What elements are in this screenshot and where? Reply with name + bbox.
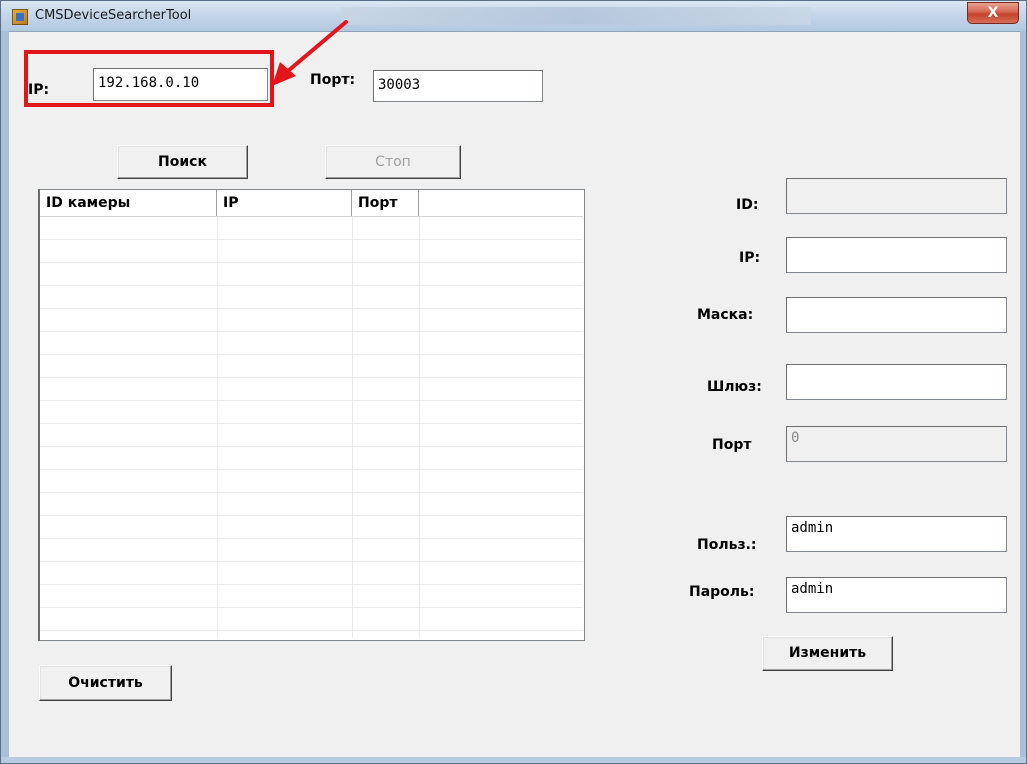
clear-button[interactable]: Очистить — [39, 665, 172, 701]
app-icon — [12, 9, 28, 25]
detail-gateway-label: Шлюз: — [707, 379, 762, 395]
stop-button[interactable]: Стоп — [325, 145, 461, 179]
column-filler — [419, 190, 583, 216]
change-button[interactable]: Изменить — [762, 636, 893, 671]
column-port[interactable]: Порт — [352, 190, 419, 216]
app-window: CMSDeviceSearcherTool X IP: 192.168.0.10… — [0, 0, 1027, 764]
detail-ip-input[interactable] — [786, 237, 1007, 273]
column-divider — [217, 217, 218, 638]
detail-password-label: Пароль: — [689, 584, 755, 600]
detail-ip-label: IP: — [739, 250, 761, 266]
device-list-rows — [40, 217, 583, 637]
title-bar[interactable]: CMSDeviceSearcherTool X — [1, 1, 1026, 31]
column-divider — [352, 217, 353, 638]
search-port-input[interactable]: 30003 — [373, 70, 543, 102]
detail-port-label: Порт — [712, 437, 752, 453]
window-bottom-border — [1, 757, 1026, 763]
device-list-header: ID камеры IP Порт — [40, 190, 583, 217]
annotation-arrow-icon — [272, 20, 348, 86]
column-camera-id[interactable]: ID камеры — [40, 190, 217, 216]
detail-mask-label: Маска: — [697, 307, 754, 323]
detail-user-input[interactable]: admin — [786, 516, 1007, 552]
column-ip[interactable]: IP — [217, 190, 352, 216]
window-title: CMSDeviceSearcherTool — [35, 8, 192, 23]
detail-id-field — [786, 178, 1007, 214]
detail-password-input[interactable]: admin — [786, 577, 1007, 613]
title-background-blur — [341, 7, 811, 25]
annotation-highlight-box — [24, 50, 274, 107]
search-button[interactable]: Поиск — [117, 145, 248, 179]
detail-gateway-input[interactable] — [786, 364, 1007, 400]
column-divider — [419, 217, 420, 638]
client-area: IP: 192.168.0.10 Порт: 30003 Поиск Стоп … — [9, 31, 1020, 758]
detail-id-label: ID: — [736, 197, 759, 213]
device-list[interactable]: ID камеры IP Порт — [38, 189, 585, 641]
detail-user-label: Польз.: — [697, 537, 757, 553]
detail-port-field: 0 — [786, 426, 1007, 462]
close-button[interactable]: X — [967, 2, 1019, 24]
detail-mask-input[interactable] — [786, 297, 1007, 333]
